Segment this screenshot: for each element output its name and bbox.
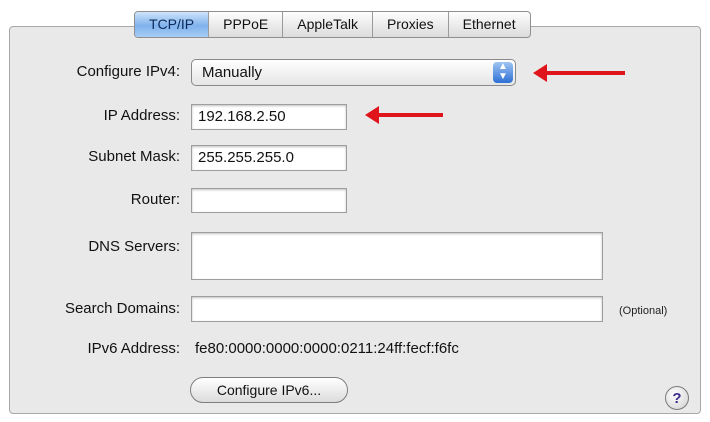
search-domains-label: Search Domains: bbox=[64, 300, 180, 317]
tab-tcpip[interactable]: TCP/IP bbox=[135, 12, 210, 37]
configure-ipv4-select[interactable]: Manually ▲ ▼ bbox=[191, 59, 516, 86]
optional-hint: (Optional) bbox=[619, 305, 668, 317]
dns-servers-field[interactable] bbox=[191, 232, 603, 280]
ip-address-label: IP Address: bbox=[103, 107, 180, 124]
configure-ipv4-label: Configure IPv4: bbox=[76, 63, 180, 80]
help-icon[interactable]: ? bbox=[665, 386, 689, 410]
subnet-mask-field[interactable]: 255.255.255.0 bbox=[191, 145, 347, 171]
dns-servers-label: DNS Servers: bbox=[88, 238, 180, 255]
ip-address-field[interactable]: 192.168.2.50 bbox=[191, 104, 347, 130]
tab-ethernet[interactable]: Ethernet bbox=[449, 12, 530, 37]
tab-proxies[interactable]: Proxies bbox=[373, 12, 449, 37]
red-annotation-arrow-icon bbox=[533, 64, 625, 82]
router-field[interactable] bbox=[191, 188, 347, 213]
tab-appletalk[interactable]: AppleTalk bbox=[283, 12, 373, 37]
search-domains-field[interactable] bbox=[191, 296, 603, 322]
red-annotation-arrow-icon bbox=[365, 106, 443, 124]
up-down-arrows-icon: ▲ ▼ bbox=[493, 62, 513, 83]
router-label: Router: bbox=[130, 191, 180, 208]
configure-ipv4-value: Manually bbox=[202, 64, 263, 81]
subnet-mask-label: Subnet Mask: bbox=[88, 148, 180, 165]
ipv6-address-label: IPv6 Address: bbox=[87, 340, 180, 357]
tab-pppoe[interactable]: PPPoE bbox=[209, 12, 284, 37]
tab-bar: TCP/IP PPPoE AppleTalk Proxies Ethernet bbox=[134, 11, 531, 38]
ipv6-address-value: fe80:0000:0000:0000:0211:24ff:fecf:f6fc bbox=[195, 340, 459, 357]
configure-ipv6-button[interactable]: Configure IPv6... bbox=[190, 377, 348, 403]
